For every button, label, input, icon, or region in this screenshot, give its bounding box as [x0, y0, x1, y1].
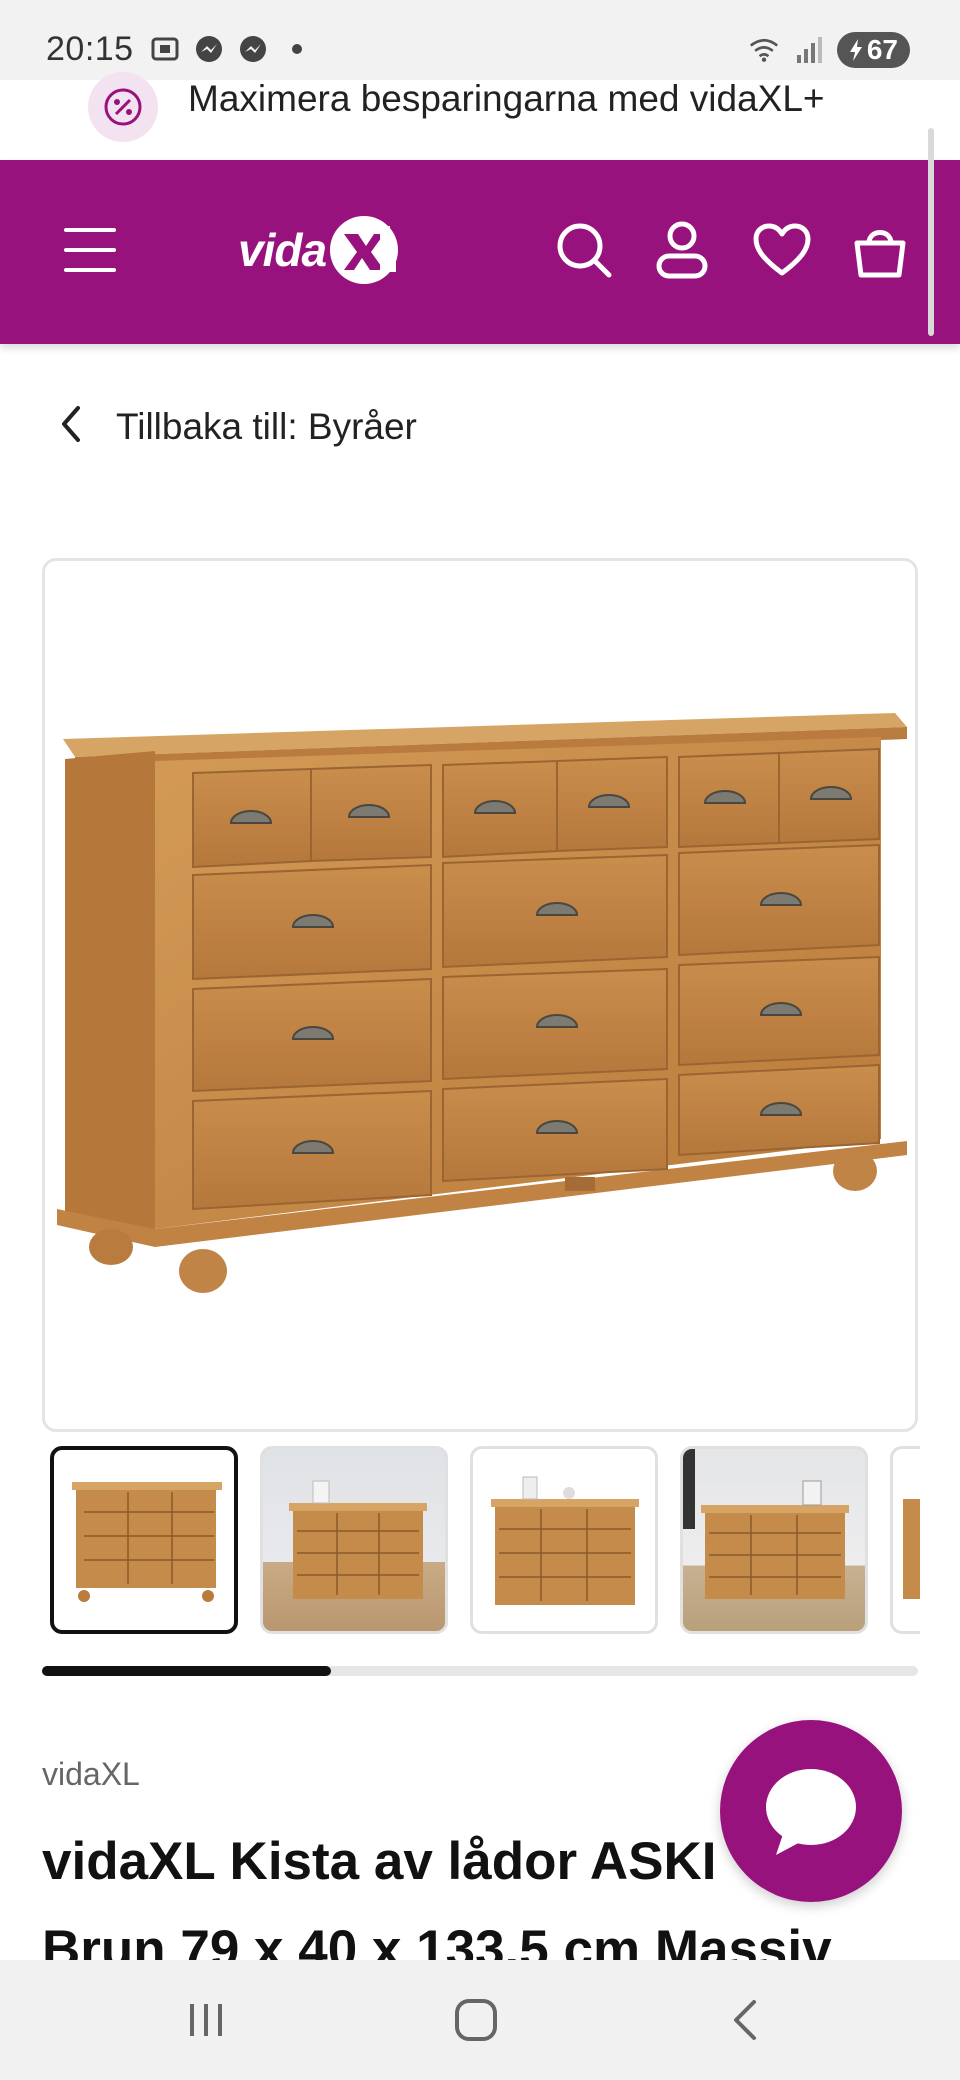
- chat-bubble-icon: [766, 1769, 856, 1855]
- product-brand[interactable]: vidaXL: [42, 1756, 140, 1793]
- logo-xl-mark: [324, 212, 400, 288]
- messenger-icon: [238, 34, 268, 64]
- gallery-progress: [42, 1666, 918, 1676]
- product-main-image[interactable]: [42, 558, 918, 1432]
- heart-icon[interactable]: [750, 218, 814, 282]
- dresser-image: [57, 713, 907, 1293]
- promo-banner-text[interactable]: Maximera besparingarna med vidaXL+: [188, 78, 825, 120]
- system-navigation-bar: [0, 1960, 960, 2080]
- dot-icon: [282, 34, 312, 64]
- recent-apps-icon[interactable]: [176, 1990, 236, 2050]
- gallery-progress-fill: [42, 1666, 332, 1676]
- thumbnail-4[interactable]: [680, 1446, 868, 1634]
- percent-icon[interactable]: [88, 72, 158, 142]
- menu-icon[interactable]: [64, 228, 116, 272]
- page-scrollbar[interactable]: [928, 128, 934, 336]
- status-bar: 20:15 67: [0, 0, 960, 80]
- messenger-icon: [194, 34, 224, 64]
- wifi-icon: [749, 35, 779, 65]
- battery-icon: 67: [836, 32, 910, 68]
- site-header: vida: [0, 160, 960, 344]
- cart-icon[interactable]: [848, 218, 912, 282]
- vidaxl-logo[interactable]: vida: [238, 208, 408, 292]
- thumbnail-2[interactable]: [260, 1446, 448, 1634]
- back-link[interactable]: Tillbaka till: Byråer: [56, 404, 417, 449]
- battery-level: 67: [866, 34, 898, 65]
- signal-icon: [793, 35, 823, 65]
- search-icon[interactable]: [552, 218, 616, 282]
- logo-wordmark: vida: [238, 224, 327, 276]
- status-notification-icons: [150, 34, 312, 64]
- chat-button[interactable]: [720, 1720, 902, 1902]
- status-time: 20:15: [46, 30, 134, 68]
- back-nav-icon[interactable]: [716, 1990, 776, 2050]
- thumbnail-strip[interactable]: [50, 1446, 920, 1636]
- account-icon[interactable]: [650, 218, 714, 282]
- status-system-icons: 67: [749, 32, 910, 68]
- back-link-label: Tillbaka till: Byråer: [116, 405, 417, 447]
- thumbnail-5[interactable]: [890, 1446, 920, 1634]
- home-icon[interactable]: [446, 1990, 506, 2050]
- screenshot-icon: [150, 34, 180, 64]
- chevron-left-icon: [56, 404, 86, 449]
- thumbnail-1[interactable]: [50, 1446, 238, 1634]
- thumbnail-3[interactable]: [470, 1446, 658, 1634]
